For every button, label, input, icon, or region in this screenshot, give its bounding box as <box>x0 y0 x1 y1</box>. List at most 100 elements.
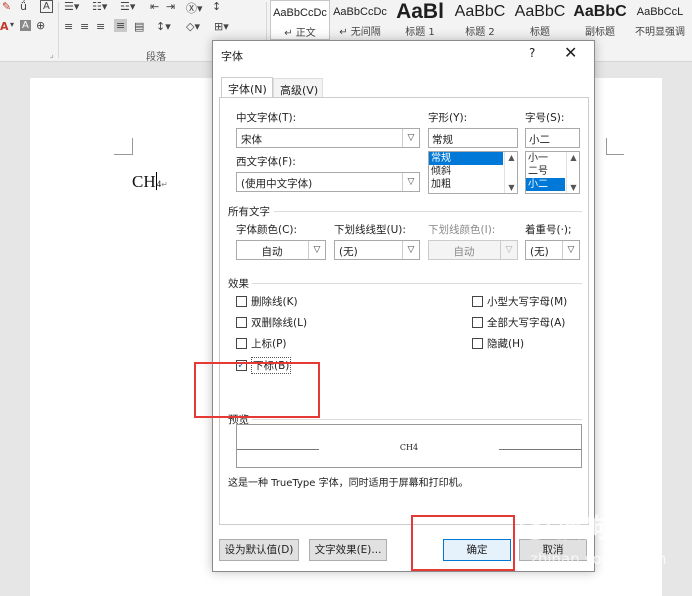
phonetic-guide-icon[interactable]: ǘ <box>20 0 27 13</box>
checkbox-icon[interactable] <box>236 296 247 307</box>
style-gallery-item[interactable]: AaBbCcDc ↵ 正文 <box>270 0 330 40</box>
dialog-title-bar[interactable]: 字体 ? ✕ <box>213 41 594 69</box>
chevron-down-icon[interactable]: ▾ <box>10 20 14 29</box>
style-name: 标题 1 <box>405 27 435 38</box>
paragraph-group-label: 段落 <box>146 52 166 63</box>
style-gallery-item[interactable]: AaBbC 副标题 <box>570 0 630 40</box>
style-listbox[interactable]: 常规 倾斜 加粗 ▲ ▼ <box>428 151 518 194</box>
cn-font-combo[interactable]: 宋体 ▽ <box>236 128 420 148</box>
chevron-down-icon[interactable]: ▽ <box>402 241 419 259</box>
underline-color-value: 自动 <box>453 246 475 258</box>
justify-icon[interactable]: ≡ <box>114 19 128 32</box>
emphasis-mark-label: 着重号(·); <box>525 224 572 236</box>
font-color-icon[interactable]: A <box>0 20 9 33</box>
style-name: 不明显强调 <box>635 27 685 38</box>
distribute-icon[interactable]: ▤ <box>134 20 144 33</box>
checkbox-icon[interactable] <box>236 338 247 349</box>
enclose-char-icon[interactable]: ⊕ <box>36 19 45 32</box>
scroll-down-icon[interactable]: ▼ <box>505 183 517 192</box>
numbering-icon[interactable]: ☷▾ <box>92 0 107 13</box>
underline-style-label: 下划线线型(U): <box>334 224 406 236</box>
style-gallery-item[interactable]: AaBl 标题 1 <box>390 0 450 40</box>
checkbox-icon[interactable] <box>236 317 247 328</box>
effect-checkbox-row[interactable]: 全部大写字母(A) <box>472 315 565 330</box>
size-listbox[interactable]: 小一 二号 小二 ▲ ▼ <box>525 151 580 194</box>
west-font-value: (使用中文字体) <box>241 178 313 190</box>
style-name: 标题 <box>530 27 550 38</box>
style-input[interactable]: 常规 <box>428 128 518 148</box>
style-sample: AaBbC <box>573 3 627 20</box>
line-spacing-icon[interactable]: ↕▾ <box>156 20 171 33</box>
scroll-down-icon[interactable]: ▼ <box>567 183 579 192</box>
style-gallery-item[interactable]: AaBbC 标题 2 <box>450 0 510 40</box>
char-shading-icon[interactable]: A <box>20 20 31 31</box>
style-scrollbar[interactable]: ▲ ▼ <box>504 152 517 193</box>
multilevel-list-icon[interactable]: ☲▾ <box>120 0 135 13</box>
shading-icon[interactable]: ◇▾ <box>186 20 200 33</box>
effect-label: 全部大写字母(A) <box>487 317 566 329</box>
char-border-icon[interactable]: A <box>40 0 53 13</box>
font-group-launcher-icon[interactable]: ⌟ <box>50 50 54 59</box>
watermark: S 搜狗指南 zhinan.sogou.com <box>516 508 686 568</box>
scroll-up-icon[interactable]: ▲ <box>567 153 579 162</box>
all-text-section-title: 所有文字 <box>228 206 270 218</box>
west-font-label: 西文字体(F): <box>236 156 296 168</box>
style-sample: AaBbC <box>514 3 566 20</box>
asian-layout-icon[interactable]: Ⓧ▾ <box>186 0 203 16</box>
style-sample: AaBbCcDc <box>273 7 327 19</box>
chevron-down-icon[interactable]: ▽ <box>402 173 419 191</box>
checkbox-icon[interactable] <box>472 317 483 328</box>
decrease-indent-icon[interactable]: ⇤ <box>150 0 159 13</box>
chevron-down-icon[interactable]: ▽ <box>500 241 517 259</box>
font-color-value: 自动 <box>261 246 283 258</box>
tab-advanced[interactable]: 高级(V) <box>273 78 323 98</box>
underline-color-label: 下划线颜色(I): <box>428 224 496 236</box>
checkbox-icon[interactable] <box>472 338 483 349</box>
borders-icon[interactable]: ⊞▾ <box>214 20 229 33</box>
size-scrollbar[interactable]: ▲ ▼ <box>566 152 579 193</box>
chevron-down-icon[interactable]: ▽ <box>402 129 419 147</box>
effect-checkbox-row[interactable]: 双删除线(L) <box>236 315 307 330</box>
set-default-button[interactable]: 设为默认值(D) <box>219 539 299 561</box>
effect-checkbox-row[interactable]: 小型大写字母(M) <box>472 294 567 309</box>
close-button[interactable]: ✕ <box>564 43 577 62</box>
emphasis-mark-combo[interactable]: (无) ▽ <box>525 240 580 260</box>
watermark-text: 搜狗指南 <box>556 514 665 544</box>
scroll-up-icon[interactable]: ▲ <box>505 153 517 162</box>
clear-format-icon[interactable]: ✎ <box>2 0 11 13</box>
document-text[interactable]: CH4↵ <box>132 172 168 192</box>
help-button[interactable]: ? <box>529 46 535 60</box>
style-gallery-item[interactable]: AaBbC 标题 <box>510 0 570 40</box>
checkbox-icon[interactable] <box>472 296 483 307</box>
size-option[interactable]: 小二 <box>526 178 565 191</box>
sort-icon[interactable]: ↕ <box>212 0 221 13</box>
font-color-combo[interactable]: 自动 ▽ <box>236 240 326 260</box>
style-option[interactable]: 常规 <box>429 152 503 165</box>
effect-checkbox-row[interactable]: 删除线(K) <box>236 294 298 309</box>
preview-box: CH4 <box>236 424 582 468</box>
effect-checkbox-row[interactable]: 上标(P) <box>236 336 287 351</box>
text-effects-button[interactable]: 文字效果(E)... <box>309 539 387 561</box>
cn-font-value: 宋体 <box>241 134 262 146</box>
bullets-icon[interactable]: ☰▾ <box>64 0 79 13</box>
align-center-icon[interactable]: ≡ <box>80 20 89 33</box>
style-gallery-item[interactable]: AaBbCcL 不明显强调 <box>630 0 690 40</box>
crop-mark <box>132 138 133 155</box>
west-font-combo[interactable]: (使用中文字体) ▽ <box>236 172 420 192</box>
increase-indent-icon[interactable]: ⇥ <box>166 0 175 13</box>
size-input[interactable]: 小二 <box>525 128 580 148</box>
section-divider <box>252 283 582 284</box>
style-gallery-item[interactable]: AaBbCcDc ↵ 无间隔 <box>330 0 390 40</box>
paragraph-mark: ↵ <box>161 180 168 189</box>
effect-checkbox-row[interactable]: 隐藏(H) <box>472 336 524 351</box>
preview-text: CH4 <box>399 443 419 452</box>
underline-style-combo[interactable]: (无) ▽ <box>334 240 420 260</box>
tab-font[interactable]: 字体(N) <box>221 77 273 98</box>
align-left-icon[interactable]: ≡ <box>64 20 73 33</box>
chevron-down-icon[interactable]: ▽ <box>562 241 579 259</box>
chevron-down-icon[interactable]: ▽ <box>308 241 325 259</box>
font-color-label: 字体颜色(C): <box>236 224 298 236</box>
dialog-title: 字体 <box>221 50 243 63</box>
align-right-icon[interactable]: ≡ <box>96 20 105 33</box>
underline-color-combo[interactable]: 自动 ▽ <box>428 240 518 260</box>
